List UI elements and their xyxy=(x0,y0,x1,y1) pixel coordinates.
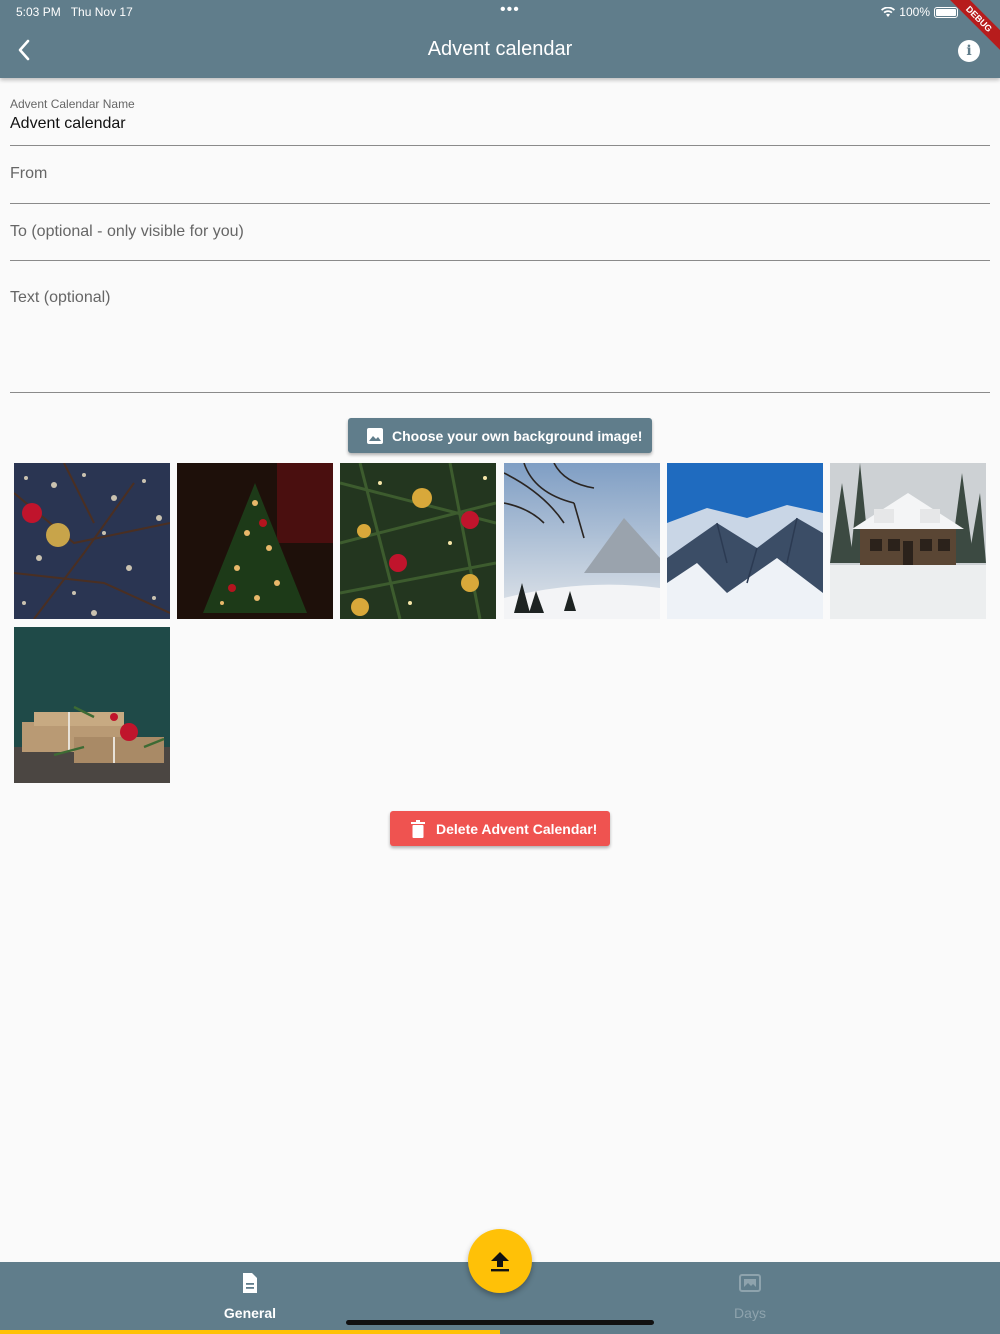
calendar-name-value[interactable]: Advent calendar xyxy=(10,115,126,133)
image-icon xyxy=(367,427,383,444)
snowy-mountains-image xyxy=(667,463,823,619)
battery-percent: 100% xyxy=(899,5,930,19)
from-placeholder: From xyxy=(10,165,48,182)
gift-packages-image xyxy=(14,627,170,783)
winter-mountain-image xyxy=(504,463,660,619)
background-option-7[interactable] xyxy=(14,627,170,783)
status-time: 5:03 PM Thu Nov 17 xyxy=(16,5,133,19)
status-bar: 5:03 PM Thu Nov 17 ••• 100% xyxy=(16,1,984,21)
tab-general-label: General xyxy=(223,1305,277,1321)
document-icon xyxy=(243,1273,257,1293)
tree-ornaments-image xyxy=(340,463,496,619)
tab-days-label: Days xyxy=(734,1305,766,1321)
background-option-3[interactable] xyxy=(340,463,496,619)
calendar-name-label: Advent Calendar Name xyxy=(10,97,135,111)
christmas-tree-image xyxy=(177,463,333,619)
snowy-house-image xyxy=(830,463,986,619)
text-placeholder: Text (optional) xyxy=(10,289,111,306)
delete-calendar-button[interactable]: Delete Advent Calendar! xyxy=(390,811,610,846)
background-option-2[interactable] xyxy=(177,463,333,619)
upload-icon xyxy=(491,1252,509,1272)
background-option-1[interactable] xyxy=(14,463,170,619)
status-indicators: 100% xyxy=(881,5,958,19)
choose-background-button[interactable]: Choose your own background image! xyxy=(348,418,652,453)
text-field[interactable]: Text (optional) xyxy=(10,261,990,393)
wifi-icon xyxy=(881,6,896,17)
to-field[interactable]: To (optional - only visible for you) xyxy=(10,204,990,261)
background-option-6[interactable] xyxy=(830,463,986,619)
home-indicator xyxy=(346,1320,654,1325)
choose-background-label: Choose your own background image! xyxy=(392,427,643,444)
active-tab-indicator xyxy=(0,1330,500,1334)
info-icon: i xyxy=(966,43,972,59)
battery-icon xyxy=(934,6,958,18)
background-option-4[interactable] xyxy=(504,463,660,619)
from-field[interactable]: From xyxy=(10,146,990,204)
multitasking-dots-icon[interactable]: ••• xyxy=(500,1,520,19)
page-title: Advent calendar xyxy=(427,38,573,60)
background-option-5[interactable] xyxy=(667,463,823,619)
bokeh-branches-image xyxy=(14,463,170,619)
upload-fab[interactable] xyxy=(468,1229,532,1293)
app-bar: 5:03 PM Thu Nov 17 ••• 100% DEBUG Advent… xyxy=(0,0,1000,78)
to-placeholder: To (optional - only visible for you) xyxy=(10,223,244,240)
delete-calendar-label: Delete Advent Calendar! xyxy=(436,820,598,837)
image-frame-icon xyxy=(739,1274,761,1292)
info-button[interactable]: i xyxy=(958,40,980,62)
calendar-name-field[interactable]: Advent Calendar Name Advent calendar xyxy=(10,97,990,146)
trash-icon xyxy=(411,819,425,838)
